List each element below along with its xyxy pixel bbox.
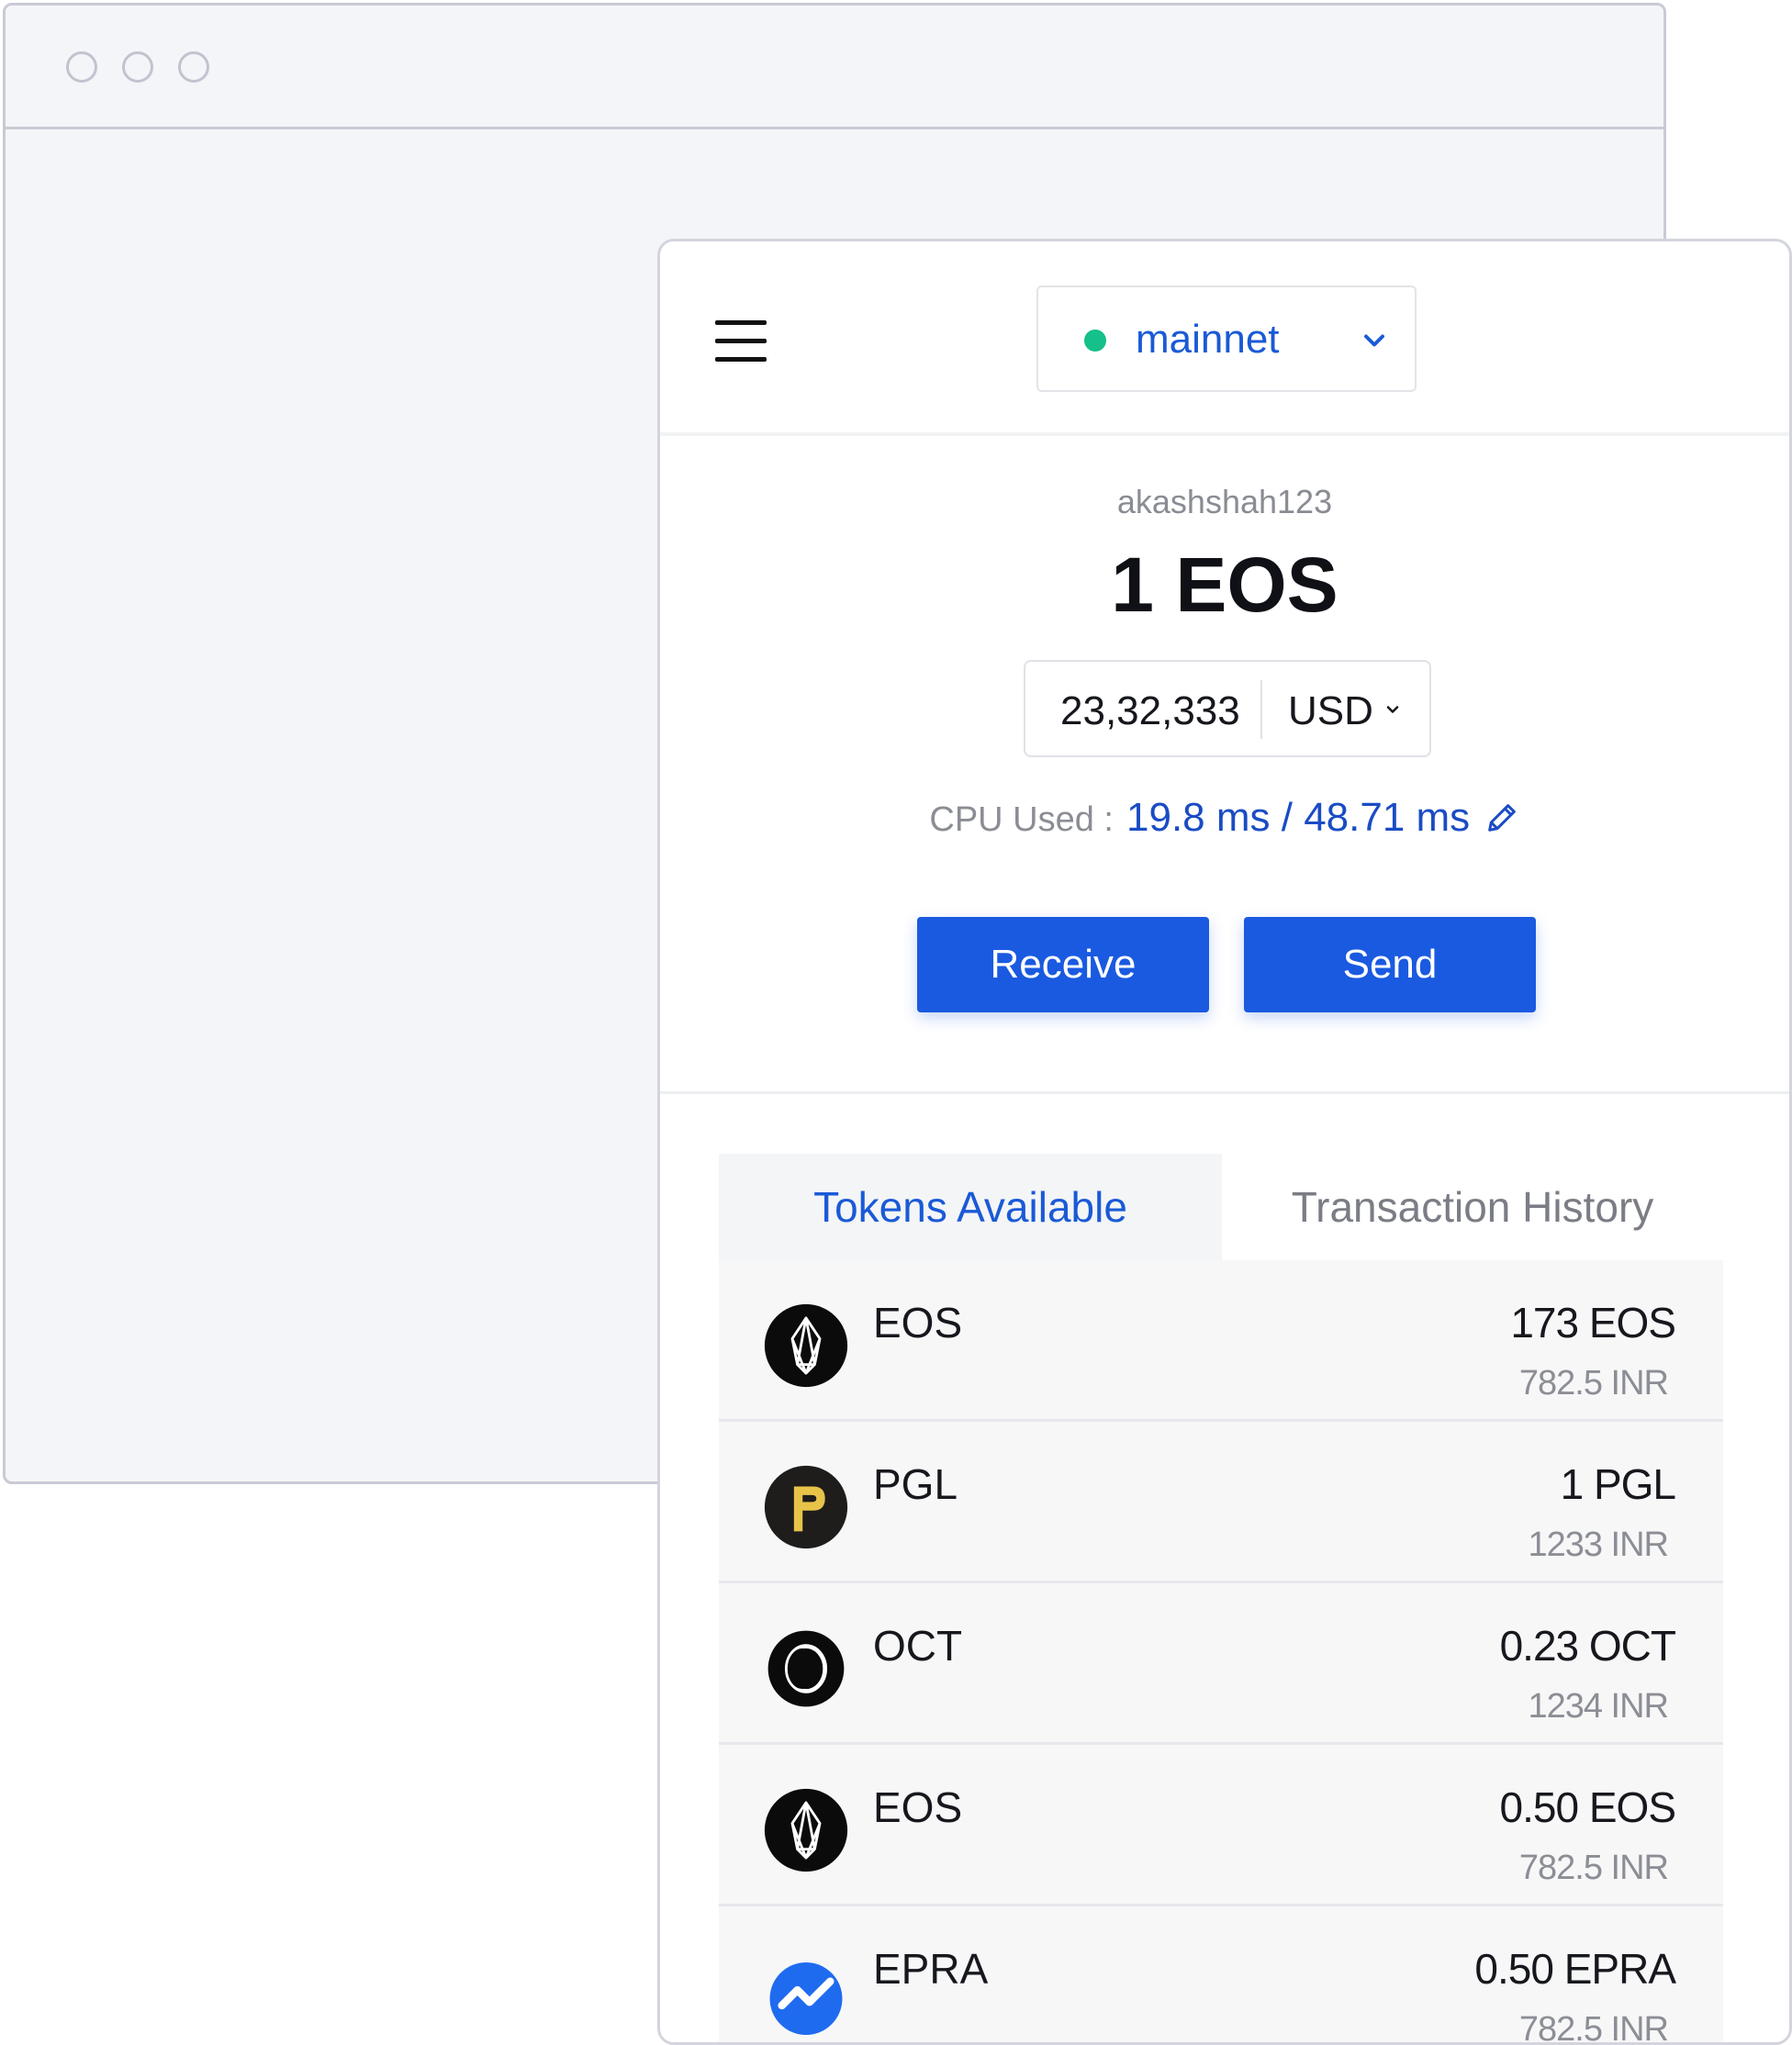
wallet-popup: mainnet akashshah123 1 EOS 23,32,333 USD… [657,239,1792,2045]
network-select[interactable]: mainnet [1036,285,1417,392]
section-divider [660,1091,1789,1094]
window-maximize-dot[interactable] [178,51,209,83]
token-fiat-value: 1233 INR [1528,1525,1669,1564]
fiat-value: 23,32,333 [1060,688,1240,733]
token-amount: 173 EOS [1510,1299,1676,1347]
account-balance: 1 EOS [1111,542,1338,628]
send-button[interactable]: Send [1244,917,1536,1012]
token-fiat-value: 782.5 INR [1518,2010,1669,2045]
oct-icon [767,1630,845,1707]
token-name: OCT [873,1622,963,1670]
token-row[interactable]: EPRA 0.50 EPRA 782.5 INR [719,1906,1723,2045]
token-name: EOS [873,1299,963,1347]
chevron-down-icon [1364,334,1384,347]
eos-icon [764,1303,848,1388]
token-name: EOS [873,1783,963,1831]
token-name: EPRA [873,1945,989,1993]
token-amount: 0.50 EOS [1499,1783,1676,1831]
token-fiat-value: 782.5 INR [1518,1364,1669,1402]
receive-button[interactable]: Receive [917,917,1209,1012]
token-row[interactable]: PGL 1 PGL 1233 INR [719,1422,1723,1583]
cpu-label: CPU Used : [929,800,1114,839]
currency-select[interactable]: USD [1288,687,1373,735]
fiat-divider [1260,680,1262,739]
pgl-icon [764,1465,848,1549]
token-fiat-value: 782.5 INR [1518,1849,1669,1887]
token-row[interactable]: EOS 173 EOS 782.5 INR [719,1260,1723,1422]
pencil-edit-icon[interactable] [1484,799,1520,836]
wallet-header: mainnet [660,241,1789,436]
tab-transaction-history[interactable]: Transaction History [1222,1154,1723,1260]
chevron-down-icon [1386,706,1399,713]
token-name: PGL [873,1460,958,1508]
tabs: Tokens Available Transaction History [719,1154,1723,1260]
token-row[interactable]: EOS 0.50 EOS 782.5 INR [719,1745,1723,1906]
window-close-dot[interactable] [66,51,97,83]
account-name: akashshah123 [1116,483,1333,520]
epra-icon [769,1962,843,2035]
window-titlebar [6,6,1663,129]
token-amount: 0.50 EPRA [1474,1945,1676,1993]
token-amount: 0.23 OCT [1499,1622,1676,1670]
token-fiat-value: 1234 INR [1528,1687,1669,1726]
token-list: EOS 173 EOS 782.5 INR PGL 1 PGL 1233 INR… [719,1260,1723,2045]
cpu-usage: CPU Used : 19.8 ms / 48.71 ms [660,792,1789,853]
window-minimize-dot[interactable] [122,51,153,83]
cpu-value: 19.8 ms / 48.71 ms [1126,795,1471,840]
tab-tokens-available[interactable]: Tokens Available [719,1154,1222,1260]
fiat-converter: 23,32,333 USD [1024,660,1431,757]
eos-icon [764,1788,848,1872]
hamburger-menu-icon[interactable] [715,320,767,363]
token-row[interactable]: OCT 0.23 OCT 1234 INR [719,1583,1723,1745]
token-amount: 1 PGL [1560,1460,1676,1508]
network-status-dot [1084,330,1106,352]
network-label: mainnet [1136,317,1280,362]
